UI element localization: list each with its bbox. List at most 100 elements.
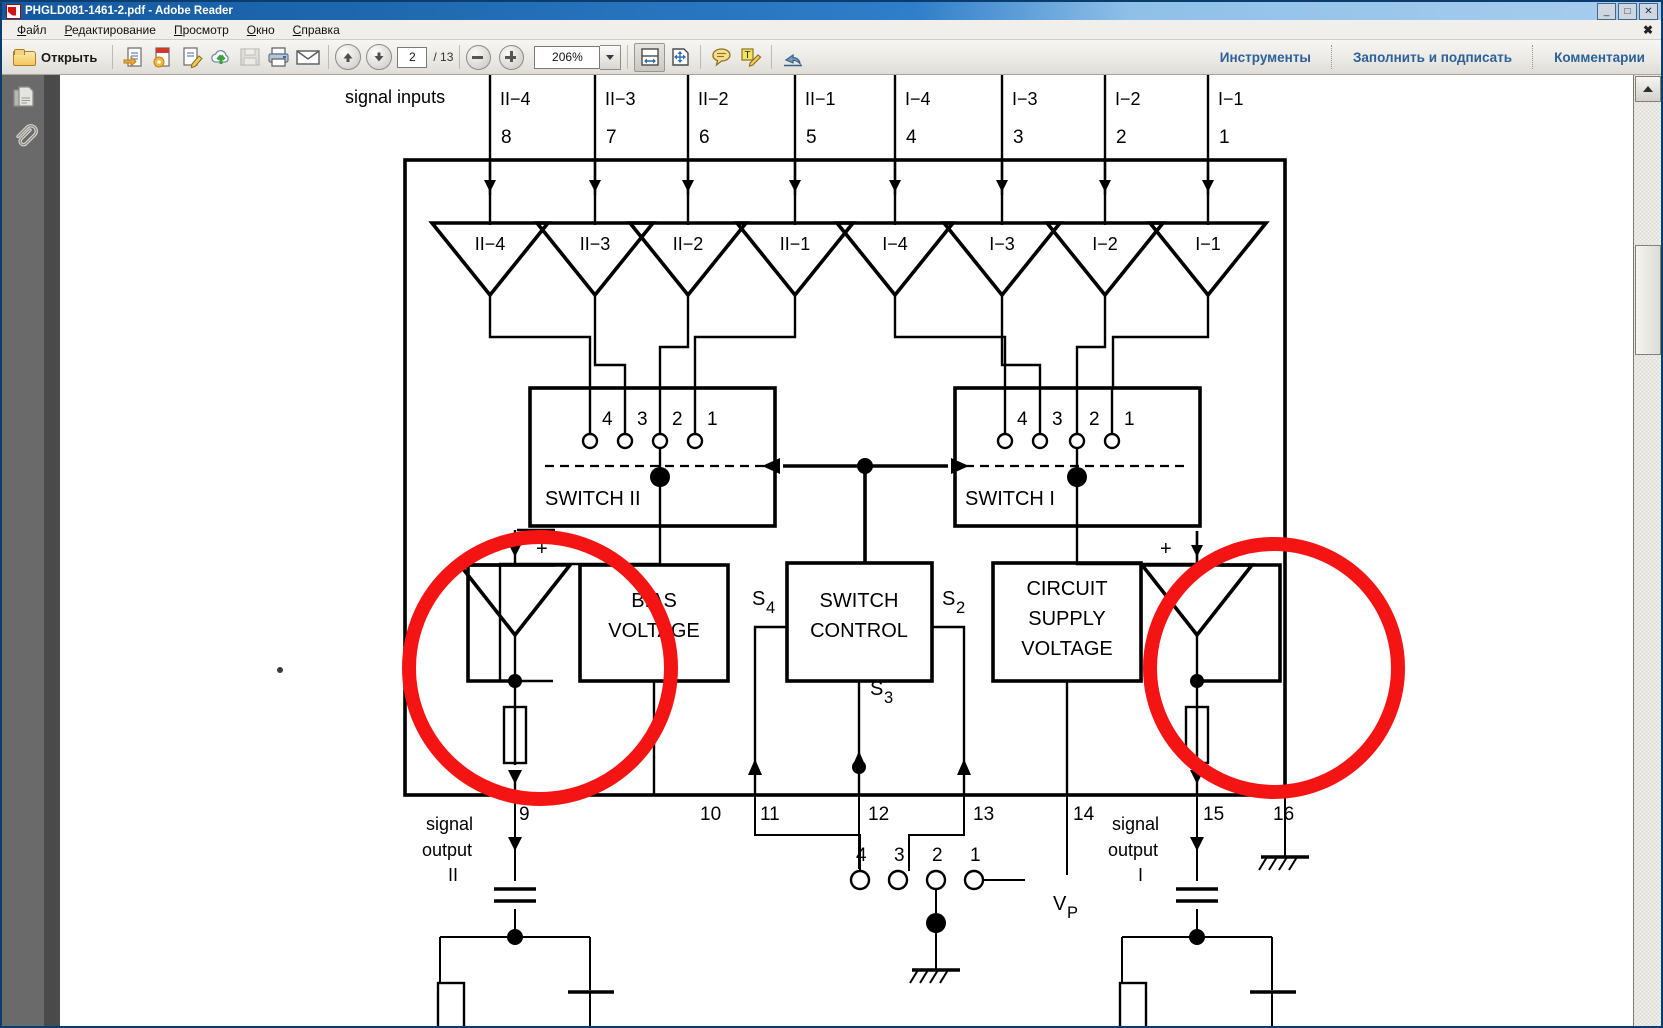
save-icon (235, 44, 264, 71)
title-bar-gradient (2, 2, 1661, 20)
comments-link[interactable]: Комментарии (1541, 50, 1661, 65)
paperclip-icon[interactable] (12, 123, 38, 149)
svg-text:9: 9 (519, 804, 530, 825)
ground-symbol-right (1258, 795, 1309, 871)
switch-one-contact-2 (1068, 432, 1086, 450)
folder-icon (13, 48, 36, 66)
svg-text:I−1: I−1 (1218, 89, 1244, 109)
s3-label: S (870, 678, 883, 700)
svg-text:output: output (1108, 840, 1158, 860)
svg-text:16: 16 (1273, 804, 1294, 825)
circuit-diagram-svg: signal inputs II−4 II−3 II−2 II−1 I−4 I−… (277, 75, 1405, 1026)
page-thumbnails-icon[interactable] (12, 85, 34, 109)
annotation-circle-left (402, 530, 678, 806)
circuit-diagram: signal inputs II−4 II−3 II−2 II−1 I−4 I−… (60, 75, 1633, 1026)
document-view[interactable]: signal inputs II−4 II−3 II−2 II−1 I−4 I−… (60, 75, 1633, 1026)
fill-and-sign-link[interactable]: Заполнить и подписать (1340, 50, 1525, 65)
svg-text:4: 4 (856, 845, 867, 866)
svg-text:3: 3 (894, 845, 905, 866)
edit-pdf-icon[interactable] (177, 44, 206, 71)
menu-help[interactable]: Справка (284, 21, 349, 39)
s4-sub: 4 (766, 599, 775, 617)
switch-one-contact-3 (1031, 432, 1049, 450)
svg-text:SWITCH: SWITCH (820, 590, 899, 612)
close-button[interactable]: ✕ (1639, 3, 1658, 20)
zoom-level-input[interactable]: 206% (534, 45, 601, 69)
create-pdf-icon[interactable] (119, 44, 148, 71)
amplifier-output-routing (488, 295, 1210, 389)
svg-text:3: 3 (1013, 127, 1024, 148)
vertical-scrollbar[interactable] (1633, 75, 1661, 1026)
fit-width-icon[interactable] (634, 42, 666, 72)
close-document-icon[interactable]: ✖ (1643, 23, 1653, 37)
svg-text:5: 5 (806, 127, 817, 148)
svg-text:2: 2 (1089, 409, 1100, 430)
speech-bubble-icon[interactable] (707, 44, 736, 71)
svg-text:4: 4 (1017, 409, 1028, 430)
svg-text:I: I (1138, 865, 1143, 885)
signal-inputs-label: signal inputs (345, 87, 445, 107)
next-page-button[interactable] (366, 44, 393, 70)
fit-page-icon[interactable] (665, 44, 694, 71)
svg-text:4: 4 (906, 127, 917, 148)
cloud-upload-icon[interactable] (206, 44, 235, 71)
zoom-in-button[interactable] (499, 44, 525, 70)
previous-page-button[interactable] (335, 44, 362, 70)
minimize-button[interactable]: _ (1597, 3, 1616, 20)
svg-text:I−2: I−2 (1092, 234, 1118, 254)
switch-two-contact-1 (686, 432, 704, 450)
menu-window[interactable]: Окно (238, 21, 284, 39)
switch-two-box: 4 3 2 1 SWITCH II (528, 386, 777, 528)
svg-text:I−3: I−3 (989, 234, 1015, 254)
switch-two-contact-2 (651, 432, 669, 450)
bottom-contact-4 (849, 869, 871, 891)
svg-text:II−4: II−4 (500, 89, 531, 109)
share-icon[interactable] (778, 44, 807, 71)
menu-view[interactable]: Просмотр (165, 21, 238, 39)
scrollbar-thumb[interactable] (1635, 245, 1661, 355)
svg-text:VOLTAGE: VOLTAGE (1021, 638, 1113, 660)
link-separator-2 (1532, 45, 1534, 69)
tools-link[interactable]: Инструменты (1207, 50, 1324, 65)
svg-text:11: 11 (760, 804, 780, 825)
toolbar-separator-2 (328, 45, 330, 69)
switch-one-title: SWITCH I (965, 488, 1055, 510)
svg-text:2: 2 (932, 845, 943, 866)
open-button[interactable]: Открыть (8, 45, 106, 69)
menu-file[interactable]: Файл (8, 21, 56, 39)
link-separator-1 (1330, 45, 1333, 69)
svg-text:2: 2 (672, 409, 683, 430)
page-number-input[interactable]: 2 (397, 46, 428, 68)
svg-text:P: P (1067, 904, 1078, 922)
plus-sign-right: + (1160, 538, 1172, 560)
zoom-dropdown-button[interactable] (600, 44, 622, 70)
print-icon[interactable] (264, 44, 293, 71)
svg-text:II−3: II−3 (605, 89, 636, 109)
svg-text:10: 10 (700, 804, 721, 825)
bottom-contact-3 (887, 869, 909, 891)
bottom-contact-2 (925, 869, 947, 891)
svg-text:1: 1 (707, 409, 718, 430)
toolbar-separator-5 (700, 45, 702, 69)
menu-edit[interactable]: Редактирование (56, 21, 165, 39)
svg-text:12: 12 (868, 804, 889, 825)
toolbar-separator (112, 45, 114, 69)
svg-text:I−1: I−1 (1195, 234, 1221, 254)
circuit-supply-voltage-box: CIRCUIT SUPPLY VOLTAGE (991, 561, 1143, 795)
export-pdf-icon[interactable] (148, 44, 177, 71)
text-highlight-icon[interactable]: T (736, 44, 765, 71)
svg-text:2: 2 (1116, 127, 1127, 148)
switch-one-box: 4 3 2 1 SWITCH I (953, 386, 1202, 528)
svg-text:I−4: I−4 (905, 89, 931, 109)
scroll-up-arrow-icon[interactable] (1635, 76, 1661, 102)
menu-bar: Файл Редактирование Просмотр Окно Справк… (2, 20, 1661, 40)
svg-text:1: 1 (1219, 127, 1230, 148)
zoom-out-button[interactable] (466, 44, 492, 70)
navigation-pane-divider (44, 75, 60, 1026)
email-icon[interactable] (293, 44, 322, 71)
svg-text:1: 1 (970, 845, 981, 866)
title-bar: PHGLD081-1461-2.pdf - Adobe Reader _ □ ✕ (2, 2, 1661, 20)
maximize-button[interactable]: □ (1618, 3, 1637, 20)
toolbar-separator-6 (771, 45, 773, 69)
switch-two-wiper (650, 467, 670, 487)
